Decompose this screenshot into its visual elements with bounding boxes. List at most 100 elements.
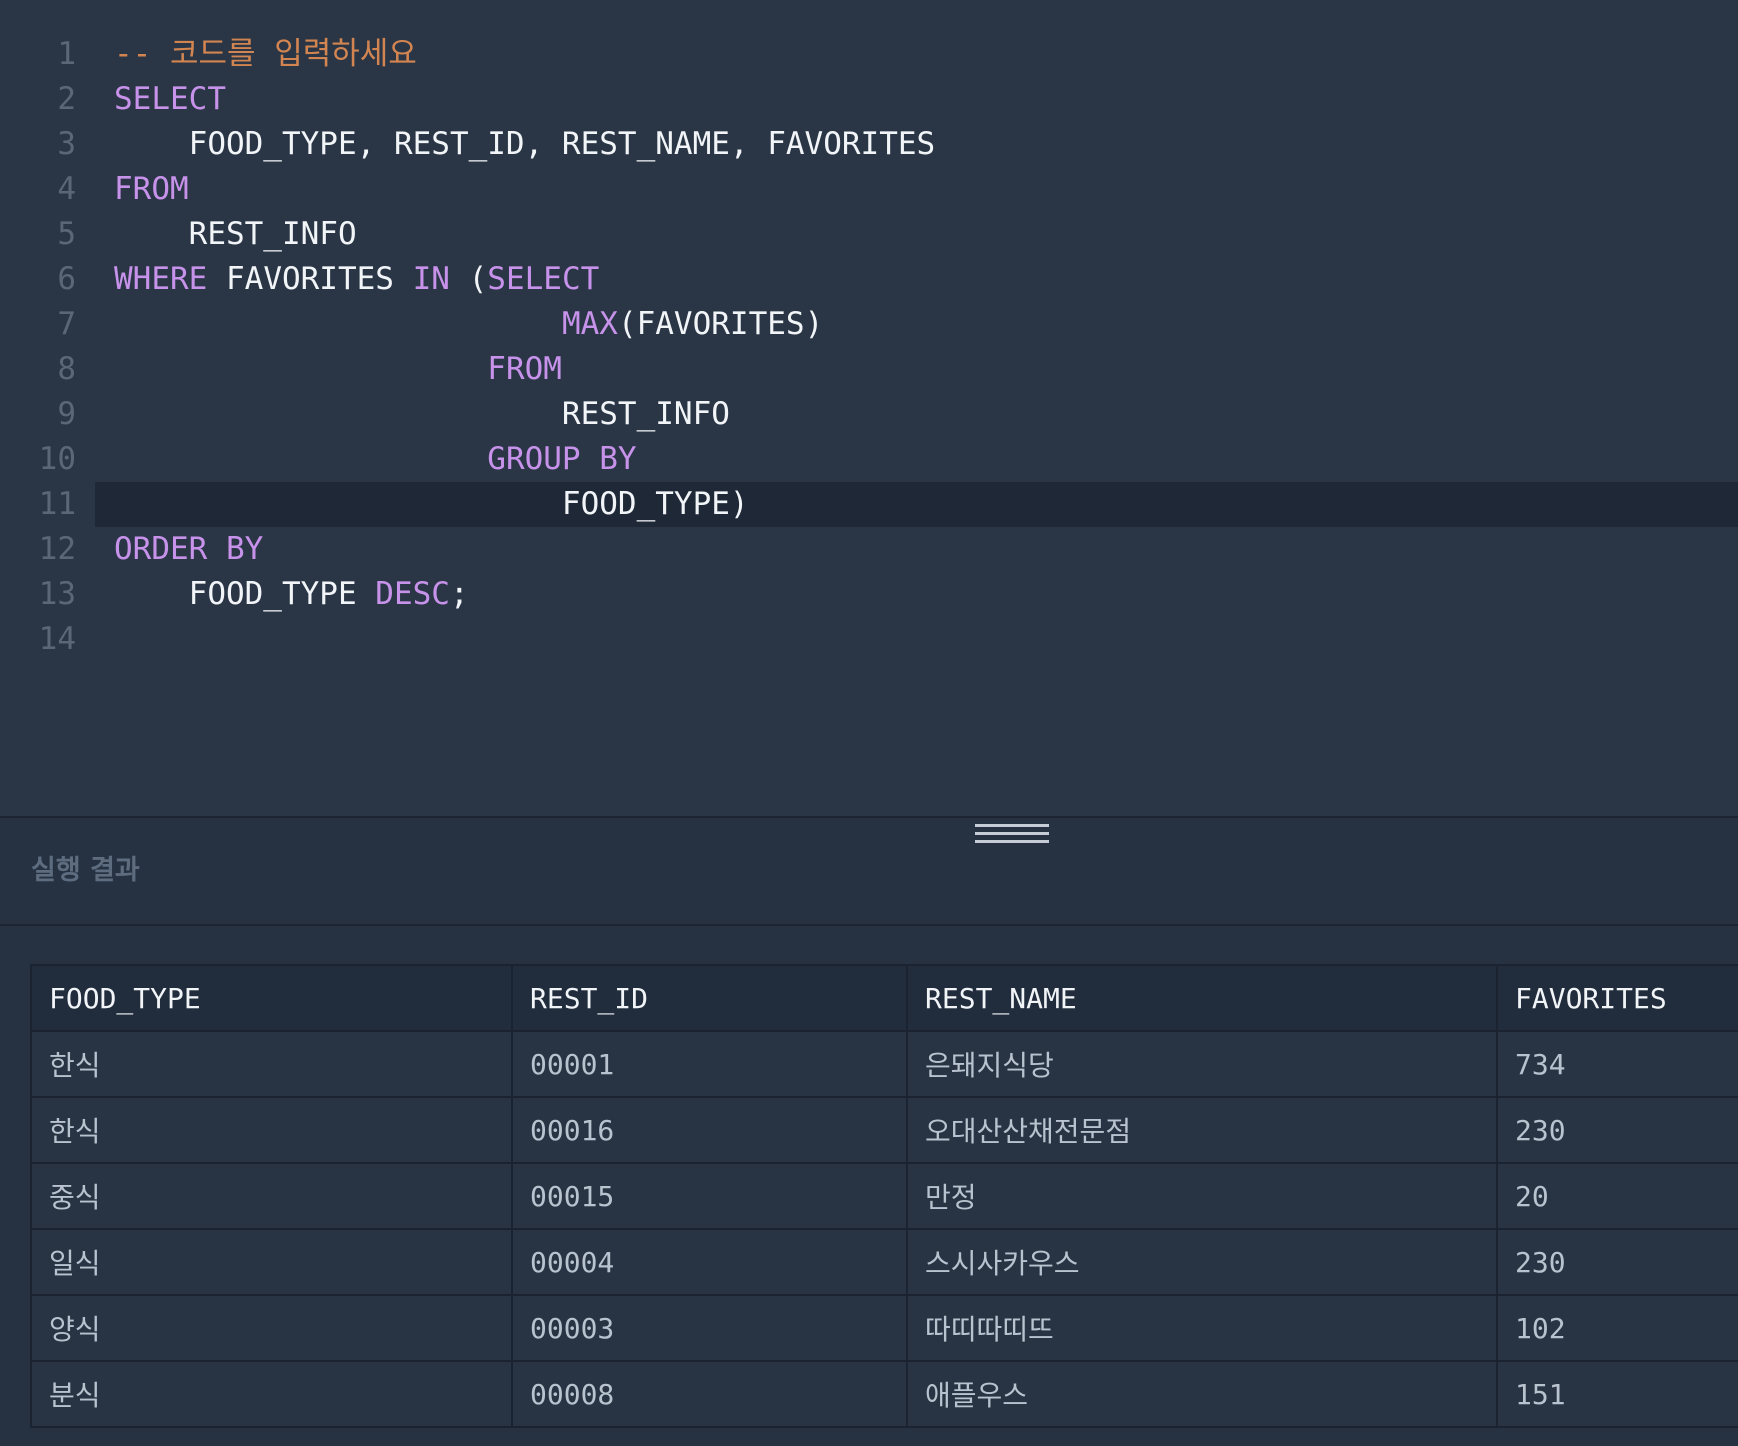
code-text: REST_INFO	[114, 212, 357, 257]
sql-keyword: WHERE	[114, 261, 208, 297]
sql-text: FAVORITES	[207, 261, 413, 297]
line-number: 14	[38, 621, 76, 657]
code-editor[interactable]: 1 -- 코드를 입력하세요 2 SELECT 3 FOOD_TYPE, REST_ID…	[0, 0, 1738, 818]
code-line[interactable]: 4 FROM	[0, 167, 1738, 212]
table-row: 일식 00004 스시사카우스 230	[30, 1228, 1738, 1296]
results-table: FOOD_TYPE REST_ID REST_NAME FAVORITES 한식…	[30, 964, 1738, 1428]
table-row: 한식 00001 은돼지식당 734	[30, 1030, 1738, 1098]
line-number: 12	[38, 531, 76, 567]
cell-food-type: 중식	[30, 1162, 513, 1230]
drag-handle-icon[interactable]	[975, 824, 1049, 846]
cell-favorites: 230	[1496, 1228, 1738, 1296]
table-row: 중식 00015 만정 20	[30, 1162, 1738, 1230]
line-number: 8	[57, 351, 76, 387]
code-line[interactable]: 13 FOOD_TYPE DESC;	[0, 572, 1738, 617]
code-text: MAX(FAVORITES)	[114, 302, 823, 347]
code-line[interactable]: 5 REST_INFO	[0, 212, 1738, 257]
code-line[interactable]: 1 -- 코드를 입력하세요	[0, 32, 1738, 77]
code-lines: 1 -- 코드를 입력하세요 2 SELECT 3 FOOD_TYPE, REST_ID…	[0, 32, 1738, 662]
line-number: 3	[57, 126, 76, 162]
table-row: 양식 00003 따띠따띠뜨 102	[30, 1294, 1738, 1362]
sql-text: REST_INFO	[114, 216, 357, 252]
sql-keyword: DESC	[375, 576, 450, 612]
results-header: 실행 결과	[0, 818, 1738, 926]
line-number: 10	[38, 441, 76, 477]
results-title: 실행 결과	[31, 855, 140, 886]
table-row: 한식 00016 오대산산채전문점 230	[30, 1096, 1738, 1164]
cell-rest-name: 스시사카우스	[906, 1228, 1498, 1296]
cell-food-type: 일식	[30, 1228, 513, 1296]
cell-food-type: 한식	[30, 1030, 513, 1098]
code-text: FOOD_TYPE)	[114, 482, 749, 527]
code-line[interactable]: 12 ORDER BY	[0, 527, 1738, 572]
column-header-rest-name: REST_NAME	[906, 964, 1498, 1032]
line-number: 2	[57, 81, 76, 117]
cell-food-type: 분식	[30, 1360, 513, 1428]
code-line[interactable]: 8 FROM	[0, 347, 1738, 392]
sql-keyword: GROUP BY	[487, 441, 637, 477]
cell-favorites: 151	[1496, 1360, 1738, 1428]
code-text: FROM	[114, 167, 189, 212]
sql-text: FOOD_TYPE, REST_ID, REST_NAME, FAVORITES	[114, 126, 936, 162]
sql-text: FOOD_TYPE)	[114, 486, 749, 522]
code-line[interactable]: 6 WHERE FAVORITES IN (SELECT	[0, 257, 1738, 302]
code-text: -- 코드를 입력하세요	[114, 32, 417, 77]
sql-keyword: ORDER BY	[114, 531, 264, 567]
sql-text: ;	[449, 576, 469, 612]
sql-keyword: FROM	[114, 171, 189, 207]
sql-keyword: SELECT	[487, 261, 600, 297]
cell-rest-name: 애플우스	[906, 1360, 1498, 1428]
sql-keyword: IN	[412, 261, 450, 297]
cell-rest-id: 00016	[511, 1096, 908, 1164]
code-text: FOOD_TYPE DESC;	[114, 572, 469, 617]
code-text: FROM	[114, 347, 562, 392]
cell-rest-name: 오대산산채전문점	[906, 1096, 1498, 1164]
line-number: 11	[38, 486, 76, 522]
table-header-row: FOOD_TYPE REST_ID REST_NAME FAVORITES	[30, 964, 1738, 1032]
column-header-rest-id: REST_ID	[511, 964, 908, 1032]
cell-rest-id: 00001	[511, 1030, 908, 1098]
line-number: 5	[57, 216, 76, 252]
sql-text: (	[449, 261, 488, 297]
cell-favorites: 102	[1496, 1294, 1738, 1362]
line-number: 1	[57, 36, 76, 72]
code-text: REST_INFO	[114, 392, 730, 437]
code-line[interactable]: 14	[0, 617, 1738, 662]
code-line[interactable]: 7 MAX(FAVORITES)	[0, 302, 1738, 347]
sql-keyword: SELECT	[114, 81, 226, 117]
results-table-container: FOOD_TYPE REST_ID REST_NAME FAVORITES 한식…	[30, 964, 1738, 1428]
sql-editor-app: 1 -- 코드를 입력하세요 2 SELECT 3 FOOD_TYPE, REST_ID…	[0, 0, 1738, 1446]
code-text: WHERE FAVORITES IN (SELECT	[114, 257, 599, 302]
code-line[interactable]: 3 FOOD_TYPE, REST_ID, REST_NAME, FAVORIT…	[0, 122, 1738, 167]
cell-food-type: 한식	[30, 1096, 513, 1164]
cell-rest-id: 00004	[511, 1228, 908, 1296]
table-row: 분식 00008 애플우스 151	[30, 1360, 1738, 1428]
line-number: 7	[57, 306, 76, 342]
code-line[interactable]: 10 GROUP BY	[0, 437, 1738, 482]
line-number: 6	[57, 261, 76, 297]
cell-rest-name: 따띠따띠뜨	[906, 1294, 1498, 1362]
code-line[interactable]: 2 SELECT	[0, 77, 1738, 122]
code-line-active[interactable]: 11 FOOD_TYPE)	[0, 482, 1738, 527]
code-text: FOOD_TYPE, REST_ID, REST_NAME, FAVORITES	[114, 122, 936, 167]
sql-text: (FAVORITES)	[617, 306, 824, 342]
column-header-food-type: FOOD_TYPE	[30, 964, 513, 1032]
cell-rest-name: 만정	[906, 1162, 1498, 1230]
line-number: 9	[57, 396, 76, 432]
cell-favorites: 20	[1496, 1162, 1738, 1230]
sql-comment: -- 코드를 입력하세요	[114, 36, 417, 72]
sql-keyword: FROM	[487, 351, 562, 387]
cell-rest-id: 00003	[511, 1294, 908, 1362]
code-line[interactable]: 9 REST_INFO	[0, 392, 1738, 437]
line-number: 13	[38, 576, 76, 612]
cell-rest-id: 00008	[511, 1360, 908, 1428]
sql-keyword: MAX	[561, 306, 618, 342]
sql-text: FOOD_TYPE	[114, 576, 376, 612]
column-header-favorites: FAVORITES	[1496, 964, 1738, 1032]
cell-favorites: 230	[1496, 1096, 1738, 1164]
cell-favorites: 734	[1496, 1030, 1738, 1098]
sql-text: REST_INFO	[114, 396, 730, 432]
